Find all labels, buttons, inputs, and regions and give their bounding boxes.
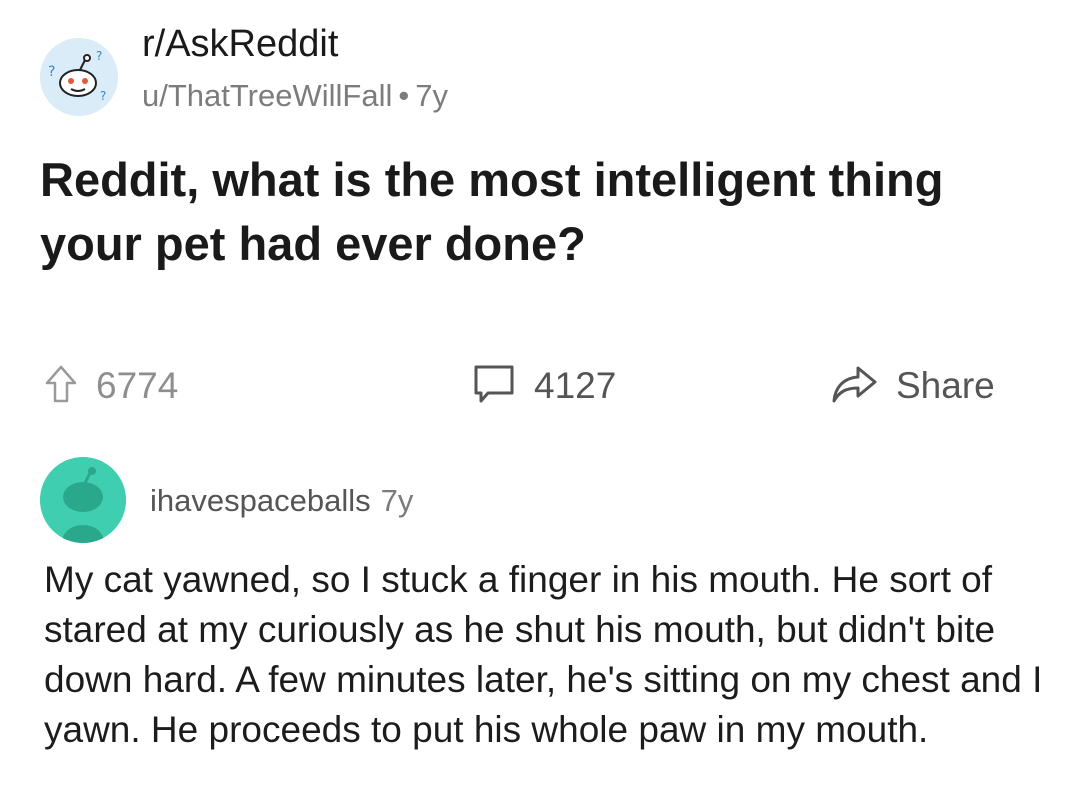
post-meta: u/ThatTreeWillFall • 7y — [142, 77, 448, 115]
svg-text:?: ? — [96, 49, 102, 63]
askreddit-snoo-icon[interactable]: ? ? ? — [40, 38, 118, 116]
comment-body: My cat yawned, so I stuck a finger in hi… — [44, 559, 1043, 750]
post-header: ? ? ? r/AskReddit u/ThatTreeWillFall • 7y — [40, 20, 740, 116]
comment-bubble-icon[interactable] — [472, 363, 516, 410]
post-title[interactable]: Reddit, what is the most intelligent thi… — [40, 148, 1050, 276]
upvote-count: 6774 — [96, 365, 179, 406]
comment-username[interactable]: ihavespaceballs — [150, 483, 371, 518]
post-action-bar: 6774 4127 Share — [40, 356, 1040, 416]
comments-button[interactable]: 4127 — [472, 356, 616, 416]
subreddit-name[interactable]: r/AskReddit — [142, 22, 338, 66]
share-button[interactable]: Share — [830, 356, 995, 416]
svg-text:?: ? — [48, 64, 55, 80]
snoo-avatar-icon[interactable] — [40, 457, 126, 543]
comment-count: 4127 — [534, 365, 617, 406]
comment-age: 7y — [380, 483, 414, 518]
share-arrow-icon[interactable] — [830, 364, 878, 409]
upvote-arrow-icon[interactable] — [44, 364, 78, 409]
svg-text:?: ? — [100, 89, 106, 103]
post-author[interactable]: u/ThatTreeWillFall — [142, 78, 392, 113]
meta-separator: • — [398, 78, 410, 113]
post-age: 7y — [415, 78, 448, 113]
comment-meta: ihavespaceballs 7y — [150, 481, 413, 521]
share-label: Share — [896, 365, 995, 406]
upvote-button[interactable]: 6774 — [44, 356, 178, 416]
